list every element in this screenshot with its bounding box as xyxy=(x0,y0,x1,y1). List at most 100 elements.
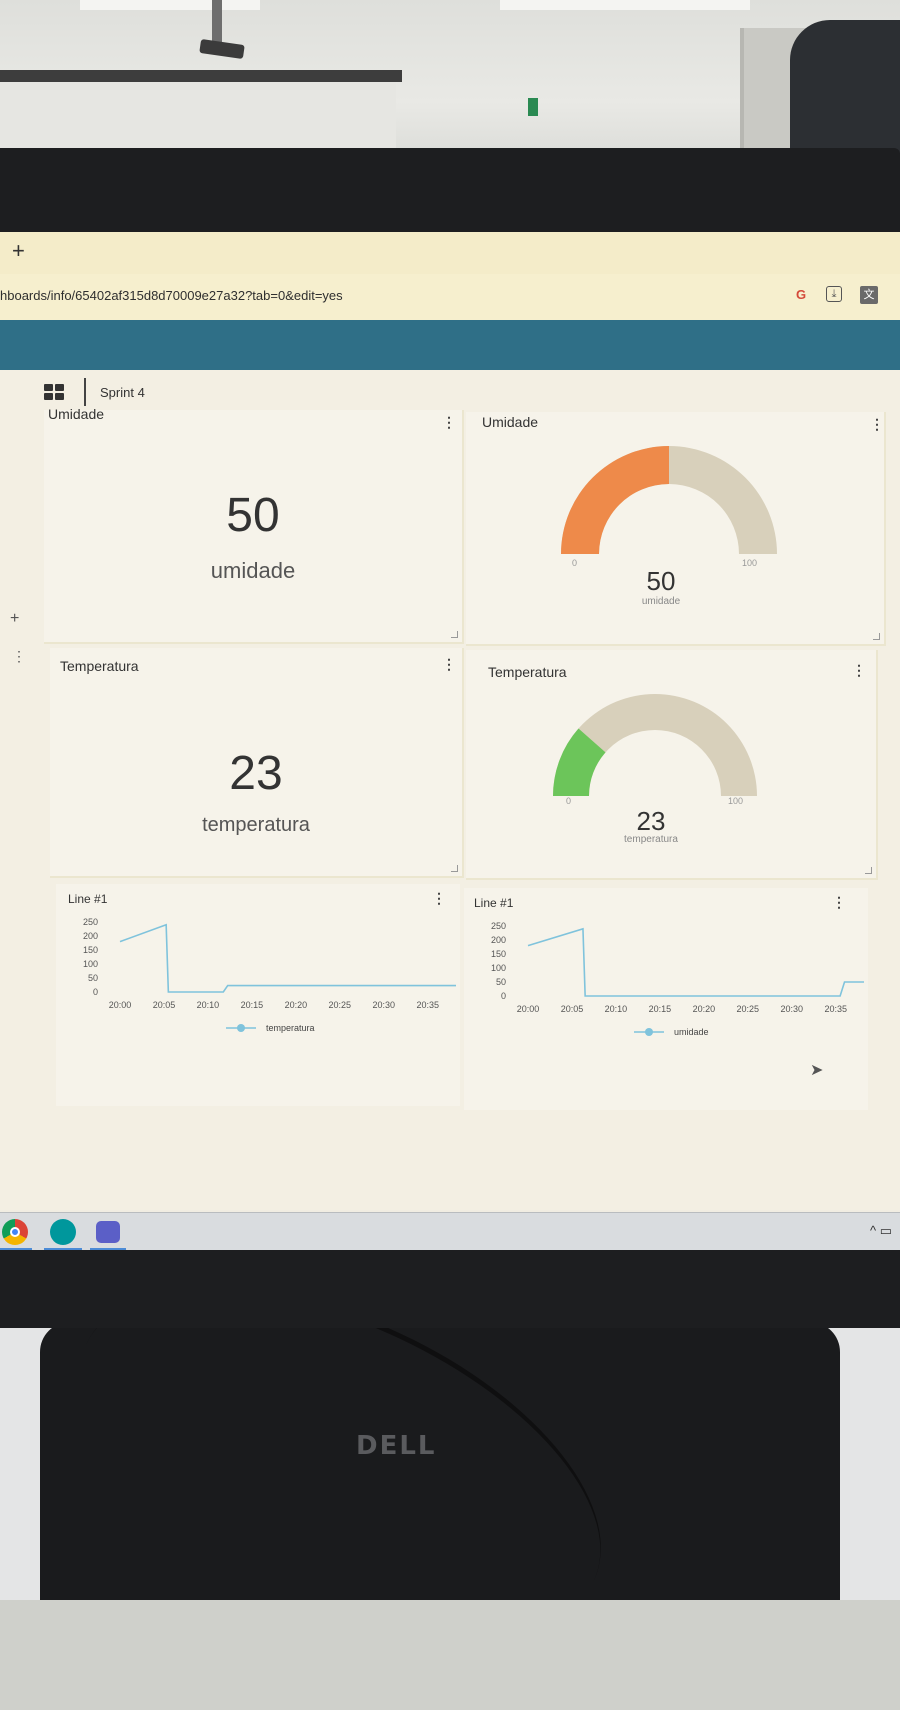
widget-menu-icon[interactable]: ⋮ xyxy=(852,662,866,679)
y-tick-label: 250 xyxy=(491,921,506,931)
browser-tab-bar: + xyxy=(0,232,900,274)
widget-menu-icon[interactable]: ⋮ xyxy=(870,416,884,433)
gauge-min-label: 0 xyxy=(566,796,572,806)
widget-umidade-gauge: Umidade ⋮ 0 100 50 umidade xyxy=(466,412,886,646)
y-tick-label: 0 xyxy=(93,987,98,997)
app-header-bar xyxy=(0,320,900,370)
widget-line-temperatura: Line #1 ⋮ 0 50 100 150 200 250 20:00 20:05 20:10… xyxy=(56,884,460,1106)
x-tick-label: 20:30 xyxy=(780,1004,803,1014)
widget-menu-icon[interactable]: ⋮ xyxy=(442,414,456,431)
widget-title: Line #1 xyxy=(68,892,108,906)
new-tab-button[interactable]: + xyxy=(12,238,25,264)
x-tick-label: 20:35 xyxy=(416,1000,439,1010)
arduino-icon[interactable] xyxy=(50,1219,76,1245)
y-tick-label: 150 xyxy=(491,949,506,959)
x-tick-label: 20:00 xyxy=(109,1000,132,1010)
y-tick-label: 50 xyxy=(496,977,506,987)
gauge-max-label: 100 xyxy=(728,796,744,806)
x-tick-label: 20:10 xyxy=(605,1004,628,1014)
gauge-value: 50 xyxy=(646,566,676,596)
ceiling-light xyxy=(80,0,260,10)
legend-label: umidade xyxy=(674,1027,709,1037)
x-tick-label: 20:25 xyxy=(329,1000,352,1010)
dashboards-grid-icon[interactable] xyxy=(44,384,64,400)
room-background xyxy=(0,0,900,170)
widget-umidade-value: Umidade ⋮ 50 umidade xyxy=(44,406,464,644)
x-tick-label: 20:20 xyxy=(285,1000,308,1010)
temperatura-gauge xyxy=(553,693,757,796)
line-chart-temperatura: 0 50 100 150 200 250 20:00 20:05 20:10 20:15 20:20… xyxy=(83,917,456,1033)
x-tick-label: 20:15 xyxy=(241,1000,264,1010)
gauge-value: 23 xyxy=(636,806,666,836)
legend-label: temperatura xyxy=(266,1023,315,1033)
widget-title: Line #1 xyxy=(474,896,514,910)
dashboard-title[interactable]: Sprint 4 xyxy=(100,385,145,400)
dashboard-content: Sprint 4 + ⋮ Umidade ⋮ 50 umidade Umidad… xyxy=(0,370,900,1210)
add-widget-icon[interactable]: + xyxy=(10,610,19,628)
widget-temperatura-gauge: Temperatura ⋮ 0 100 23 temperatura xyxy=(466,650,878,880)
exit-sign xyxy=(528,98,538,116)
system-tray[interactable]: ^ ▭ xyxy=(870,1223,892,1239)
line-chart-umidade: 0 50 100 150 200 250 20:00 20:05 20:10 20:15 20:20… xyxy=(491,921,864,1037)
url-text[interactable]: hboards/info/65402af315d8d70009e27a32?ta… xyxy=(0,288,343,303)
x-tick-label: 20:00 xyxy=(517,1004,540,1014)
temperatura-unit: temperatura xyxy=(202,814,310,836)
resize-handle[interactable] xyxy=(451,631,458,638)
address-bar[interactable]: hboards/info/65402af315d8d70009e27a32?ta… xyxy=(0,274,900,320)
teams-icon[interactable] xyxy=(96,1221,120,1243)
projector-mount xyxy=(212,0,222,42)
x-tick-label: 20:20 xyxy=(693,1004,716,1014)
series-line-temperatura xyxy=(119,923,456,993)
screen: + hboards/info/65402af315d8d70009e27a32?… xyxy=(0,232,900,1250)
translate-icon[interactable]: 文 xyxy=(860,286,878,304)
umidade-gauge xyxy=(561,445,777,554)
widget-title: Temperatura xyxy=(488,664,567,680)
more-vertical-icon[interactable]: ⋮ xyxy=(12,648,26,665)
widget-menu-icon[interactable]: ⋮ xyxy=(432,890,446,907)
toolbar-divider xyxy=(84,378,86,406)
y-tick-label: 0 xyxy=(501,991,506,1001)
y-tick-label: 150 xyxy=(83,945,98,955)
y-tick-label: 200 xyxy=(83,931,98,941)
y-tick-label: 250 xyxy=(83,917,98,927)
widget-menu-icon[interactable]: ⋮ xyxy=(832,894,846,911)
y-tick-label: 100 xyxy=(83,959,98,969)
chrome-icon[interactable] xyxy=(2,1219,28,1245)
google-extension-icon[interactable]: G xyxy=(792,286,810,304)
active-app-indicator xyxy=(0,1248,32,1250)
legend-marker xyxy=(237,1024,245,1032)
x-tick-label: 20:05 xyxy=(153,1000,176,1010)
resize-handle[interactable] xyxy=(865,867,872,874)
widget-title: Umidade xyxy=(482,414,539,430)
gauge-fill xyxy=(561,446,669,554)
widget-temperatura-value: Temperatura ⋮ 23 temperatura xyxy=(50,648,464,878)
projection-screen-frame xyxy=(0,70,402,82)
ceiling-light xyxy=(500,0,750,10)
install-app-icon[interactable]: ⤓ xyxy=(826,286,842,302)
x-tick-label: 20:35 xyxy=(824,1004,847,1014)
widget-title: Temperatura xyxy=(60,658,139,674)
projector xyxy=(199,39,245,59)
widget-title: Umidade xyxy=(48,406,105,422)
x-tick-label: 20:10 xyxy=(197,1000,220,1010)
gauge-unit: temperatura xyxy=(624,834,678,845)
active-app-indicator xyxy=(90,1248,126,1250)
x-tick-label: 20:30 xyxy=(372,1000,395,1010)
umidade-value: 50 xyxy=(226,489,280,542)
umidade-unit: umidade xyxy=(210,558,296,583)
series-line-umidade xyxy=(527,927,864,997)
projection-screen xyxy=(0,82,396,152)
y-tick-label: 100 xyxy=(491,963,506,973)
temperatura-value: 23 xyxy=(229,747,283,800)
active-app-indicator xyxy=(44,1248,82,1250)
widget-menu-icon[interactable]: ⋮ xyxy=(442,656,456,673)
resize-handle[interactable] xyxy=(451,865,458,872)
y-tick-label: 200 xyxy=(491,935,506,945)
legend-marker xyxy=(645,1028,653,1036)
taskbar: ^ ▭ xyxy=(0,1212,900,1250)
resize-handle[interactable] xyxy=(873,633,880,640)
y-tick-label: 50 xyxy=(88,973,98,983)
monitor-brand: DELL xyxy=(356,1431,437,1461)
x-tick-label: 20:25 xyxy=(737,1004,760,1014)
gauge-unit: umidade xyxy=(641,596,681,607)
